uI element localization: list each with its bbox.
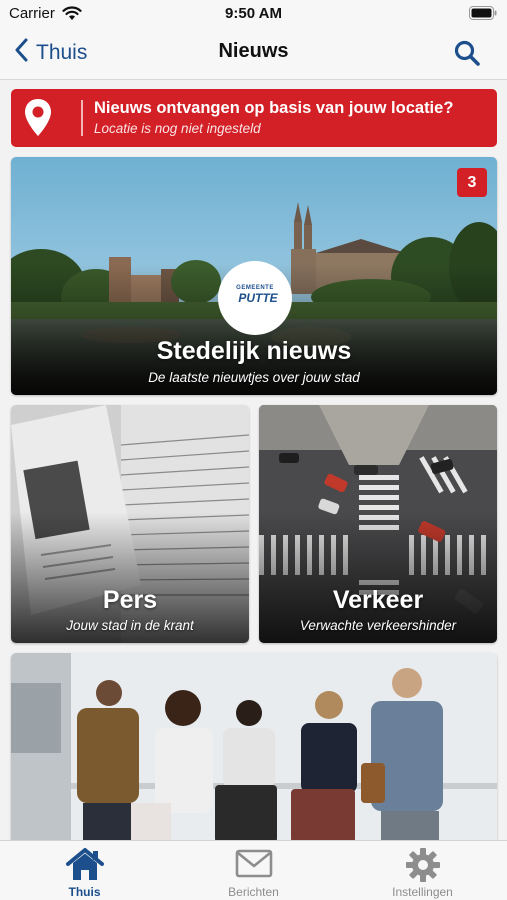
status-time: 9:50 AM [225,5,282,22]
traffic-subtitle: Verwachte verkeershinder [299,618,457,633]
tab-bar: Thuis Berichten Instellingen [0,840,507,900]
traffic-title: Verkeer [332,586,424,614]
location-pin-icon [23,98,53,143]
tab-settings[interactable]: Instellingen [338,841,507,900]
gear-icon [405,847,441,888]
city-logo: GEMEENTE PUTTE [218,261,292,335]
shopping-card[interactable] [11,653,497,843]
search-icon [453,40,481,71]
city-news-subtitle: De laatste nieuwtjes over jouw stad [148,370,360,385]
shoppers-image [11,653,497,843]
back-button[interactable]: Thuis [14,38,87,68]
location-banner-subtitle: Locatie is nog niet ingesteld [94,121,261,136]
tab-home-label: Thuis [68,885,101,899]
envelope-icon [235,847,273,884]
home-icon [64,847,106,886]
city-news-title: Stedelijk nieuws [156,337,352,365]
tab-home[interactable]: Thuis [0,841,169,900]
press-card[interactable]: Pers Jouw stad in de krant [11,405,249,643]
city-news-card[interactable]: GEMEENTE PUTTE 3 Stedelijk nieuws De laa… [11,157,497,395]
logo-text: PUTTE [238,291,278,305]
tab-messages-label: Berichten [228,885,279,899]
press-subtitle: Jouw stad in de krant [66,618,194,633]
status-bar: Carrier 9:50 AM [0,0,507,26]
unread-count-badge: 3 [457,168,487,197]
tab-settings-label: Instellingen [392,885,453,899]
tab-messages[interactable]: Berichten [169,841,338,900]
banner-divider [81,100,83,136]
battery-icon [469,6,497,24]
chevron-left-icon [14,38,28,68]
navigation-bar: Thuis Nieuws [0,26,507,80]
location-banner[interactable]: Nieuws ontvangen op basis van jouw locat… [11,89,497,147]
traffic-card[interactable]: Verkeer Verwachte verkeershinder [259,405,497,643]
location-banner-title: Nieuws ontvangen op basis van jouw locat… [94,99,454,117]
search-button[interactable] [453,39,483,69]
press-title: Pers [102,586,158,614]
back-label: Thuis [36,41,88,64]
